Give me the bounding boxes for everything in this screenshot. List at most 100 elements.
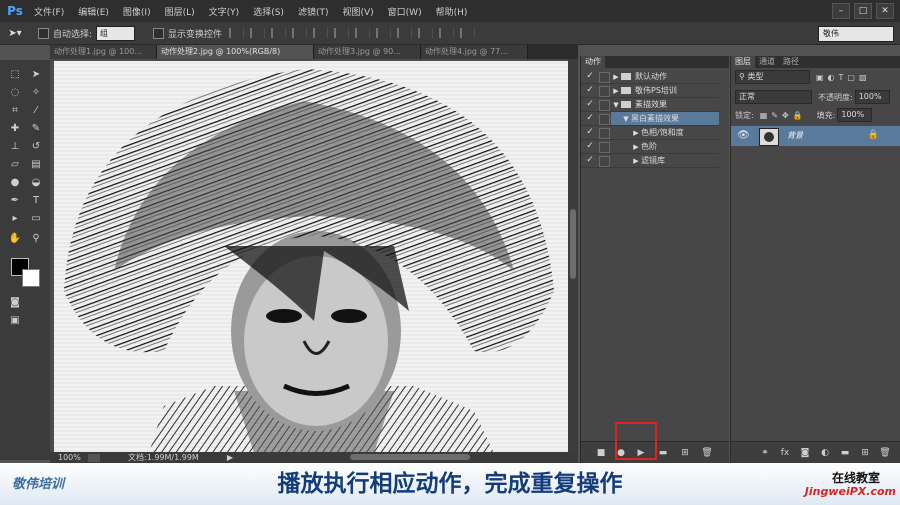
doc-tab-4[interactable]: 动作处理4.jpg @ 77... <box>421 45 528 59</box>
align-bottom-icon[interactable] <box>271 28 287 38</box>
collapsed-triangle-icon[interactable]: ▶ <box>631 155 641 168</box>
workspace-dropdown[interactable]: 敬伟 <box>818 26 894 42</box>
tab-channels[interactable]: 通道 <box>755 56 779 68</box>
action-toggle-checkmark-icon[interactable]: ✓ <box>585 99 595 110</box>
screen-mode-icon[interactable]: ▣ <box>6 314 24 327</box>
move-tool-icon[interactable]: ➤ <box>27 68 45 81</box>
maximize-button[interactable]: □ <box>854 3 872 19</box>
distribute-hcenter-icon[interactable] <box>439 28 455 38</box>
healing-brush-tool-icon[interactable]: ✚ <box>6 122 24 135</box>
layer-name[interactable]: 背景 <box>787 130 803 141</box>
horizontal-scroll-thumb[interactable] <box>350 454 470 460</box>
expanded-triangle-icon[interactable]: ▼ <box>611 99 621 112</box>
link-layers-icon[interactable]: ⚭ <box>759 447 771 459</box>
layer-row-background[interactable]: 👁 背景 🔒 <box>731 126 900 146</box>
crop-tool-icon[interactable]: ⌗ <box>6 104 24 117</box>
brush-tool-icon[interactable]: ✎ <box>27 122 45 135</box>
eyedropper-tool-icon[interactable]: ⁄ <box>27 104 45 117</box>
collapsed-triangle-icon[interactable]: ▶ <box>631 127 641 140</box>
path-selection-tool-icon[interactable]: ▸ <box>6 212 24 225</box>
align-top-icon[interactable] <box>229 28 245 38</box>
action-toggle-checkmark-icon[interactable]: ✓ <box>585 71 595 82</box>
close-button[interactable]: ✕ <box>876 3 894 19</box>
menu-view[interactable]: 视图(V) <box>342 5 373 18</box>
dodge-tool-icon[interactable]: ◒ <box>27 176 45 189</box>
action-dialog-toggle[interactable] <box>599 72 610 83</box>
layer-filter-dropdown[interactable]: ⚲ 类型 <box>735 70 810 84</box>
action-dialog-toggle[interactable] <box>599 114 610 125</box>
doc-tab-1[interactable]: 动作处理1.jpg @ 100... <box>50 45 157 59</box>
action-row[interactable]: ✓ ▶ 默认动作 <box>581 70 719 84</box>
doc-tab-2[interactable]: 动作处理2.jpg @ 100%(RGB/8) <box>157 45 314 59</box>
action-toggle-checkmark-icon[interactable]: ✓ <box>585 141 595 152</box>
type-tool-icon[interactable]: T <box>27 194 45 207</box>
document-image[interactable] <box>54 61 569 453</box>
zoom-tool-icon[interactable]: ⚲ <box>27 232 45 245</box>
gradient-tool-icon[interactable]: ▤ <box>27 158 45 171</box>
distribute-top-icon[interactable] <box>355 28 371 38</box>
action-row-content[interactable]: ▶ 敬伟PS培训 <box>611 84 719 97</box>
action-toggle-checkmark-icon[interactable]: ✓ <box>585 155 595 166</box>
blend-mode-dropdown[interactable]: 正常 <box>735 90 812 104</box>
distribute-left-icon[interactable] <box>418 28 434 38</box>
delete-action-icon[interactable]: 🗑 <box>701 447 713 459</box>
menu-image[interactable]: 图像(I) <box>123 5 151 18</box>
action-dialog-toggle[interactable] <box>599 100 610 111</box>
lock-icons[interactable]: ▦✎✥🔒 <box>760 111 807 120</box>
menu-window[interactable]: 窗口(W) <box>388 5 422 18</box>
action-toggle-checkmark-icon[interactable]: ✓ <box>585 113 595 124</box>
align-hcenter-icon[interactable] <box>313 28 329 38</box>
align-right-icon[interactable] <box>334 28 350 38</box>
action-row-content[interactable]: ▶ 色相/饱和度 <box>611 126 719 139</box>
hand-tool-icon[interactable]: ✋ <box>6 232 24 245</box>
menu-layer[interactable]: 图层(L) <box>165 5 195 18</box>
menu-help[interactable]: 帮助(H) <box>436 5 468 18</box>
zoom-level[interactable]: 100% <box>58 453 88 462</box>
marquee-tool-icon[interactable]: ⬚ <box>6 68 24 81</box>
distribute-vcenter-icon[interactable] <box>376 28 392 38</box>
distribute-bottom-icon[interactable] <box>397 28 413 38</box>
blur-tool-icon[interactable]: ● <box>6 176 24 189</box>
add-mask-icon[interactable]: ◙ <box>799 447 811 459</box>
action-row-content[interactable]: ▶ 默认动作 <box>611 70 719 83</box>
filter-icons[interactable]: ▣◐T▢▧ <box>816 73 871 82</box>
adjustment-layer-icon[interactable]: ◐ <box>819 447 831 459</box>
background-color-swatch[interactable] <box>22 269 40 287</box>
opacity-input[interactable]: 100% <box>854 90 890 104</box>
collapsed-triangle-icon[interactable]: ▶ <box>611 85 621 98</box>
pen-tool-icon[interactable]: ✒ <box>6 194 24 207</box>
action-row-content[interactable]: ▶ 滤镜库 <box>611 154 719 167</box>
tab-paths[interactable]: 路径 <box>779 56 803 68</box>
action-row[interactable]: ✓ ▶ 色相/饱和度 <box>581 126 719 140</box>
tab-layers[interactable]: 图层 <box>731 56 755 68</box>
action-row[interactable]: ✓ ▼ 素描效果 <box>581 98 719 112</box>
action-row-content[interactable]: ▼ 素描效果 <box>611 98 719 111</box>
doc-tab-3[interactable]: 动作处理3.jpg @ 90... <box>314 45 421 59</box>
lasso-tool-icon[interactable]: ◌ <box>6 86 24 99</box>
action-row-content[interactable]: ▼ 黑白素描效果 <box>611 112 719 125</box>
action-row[interactable]: ✓ ▶ 色阶 <box>581 140 719 154</box>
menu-file[interactable]: 文件(F) <box>34 5 64 18</box>
action-dialog-toggle[interactable] <box>599 156 610 167</box>
move-tool-icon[interactable]: ➤▾ <box>0 28 30 39</box>
action-row-content[interactable]: ▶ 色阶 <box>611 140 719 153</box>
new-layer-icon[interactable]: ⊞ <box>859 447 871 459</box>
magic-wand-tool-icon[interactable]: ✧ <box>27 86 45 99</box>
auto-select-dropdown[interactable]: 组 <box>96 25 136 41</box>
action-dialog-toggle[interactable] <box>599 86 610 97</box>
collapsed-triangle-icon[interactable]: ▶ <box>631 141 641 154</box>
align-vcenter-icon[interactable] <box>250 28 266 38</box>
fill-input[interactable]: 100% <box>837 108 873 122</box>
collapsed-triangle-icon[interactable]: ▶ <box>611 71 621 84</box>
vertical-scrollbar[interactable] <box>568 59 578 459</box>
status-menu-arrow-icon[interactable]: ▶ <box>227 453 233 462</box>
history-brush-tool-icon[interactable]: ↺ <box>27 140 45 153</box>
distribute-right-icon[interactable] <box>460 28 476 38</box>
menu-edit[interactable]: 编辑(E) <box>78 5 109 18</box>
eye-visibility-icon[interactable]: 👁 <box>737 130 750 141</box>
clone-stamp-tool-icon[interactable]: ⊥ <box>6 140 24 153</box>
quick-mask-icon[interactable]: ◙ <box>6 296 24 309</box>
action-toggle-checkmark-icon[interactable]: ✓ <box>585 85 595 96</box>
menu-select[interactable]: 选择(S) <box>253 5 284 18</box>
menu-type[interactable]: 文字(Y) <box>209 5 240 18</box>
